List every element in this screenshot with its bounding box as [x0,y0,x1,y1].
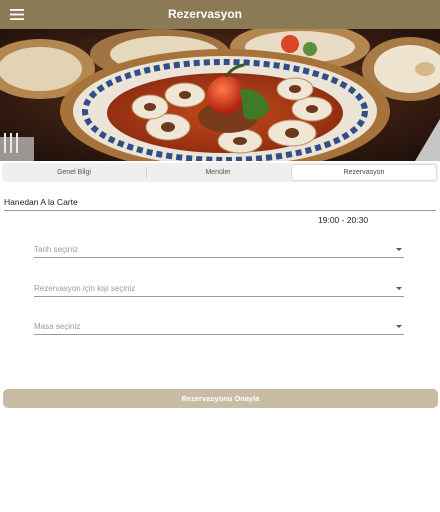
guest-count-placeholder: Rezervasyon için kişi seçiniz [34,284,136,293]
dropdown-caret-icon [396,248,402,251]
divider [4,210,436,211]
tab-menuler[interactable]: Menüler [146,163,290,182]
app-bar: Rezervasyon [0,0,440,29]
table-select-placeholder: Masa seçiniz [34,322,81,331]
guest-count-select[interactable]: Rezervasyon için kişi seçiniz [34,283,404,297]
tab-rezervasyon[interactable]: Rezervasyon [291,164,437,181]
dropdown-caret-icon [396,325,402,328]
tab-genel-bilgi[interactable]: Genel Bilgi [2,163,146,182]
hero-image [0,29,440,161]
plated-dish-photo [0,29,440,161]
menu-button[interactable] [2,0,32,29]
section-tabs: Genel Bilgi Menüler Rezervasyon [2,163,438,182]
page-title: Rezervasyon [167,7,243,21]
table-select[interactable]: Masa seçiniz [34,321,404,335]
opening-hours: 19:00 - 20:30 [318,215,369,225]
date-select[interactable]: Tarih seçiniz [34,244,404,258]
date-select-placeholder: Tarih seçiniz [34,245,79,254]
hamburger-menu-icon [10,9,24,20]
dropdown-caret-icon [396,287,402,290]
confirm-reservation-button[interactable]: Rezervasyonu Onayla [3,389,438,408]
restaurant-name: Hanedan A la Carte [4,197,78,207]
